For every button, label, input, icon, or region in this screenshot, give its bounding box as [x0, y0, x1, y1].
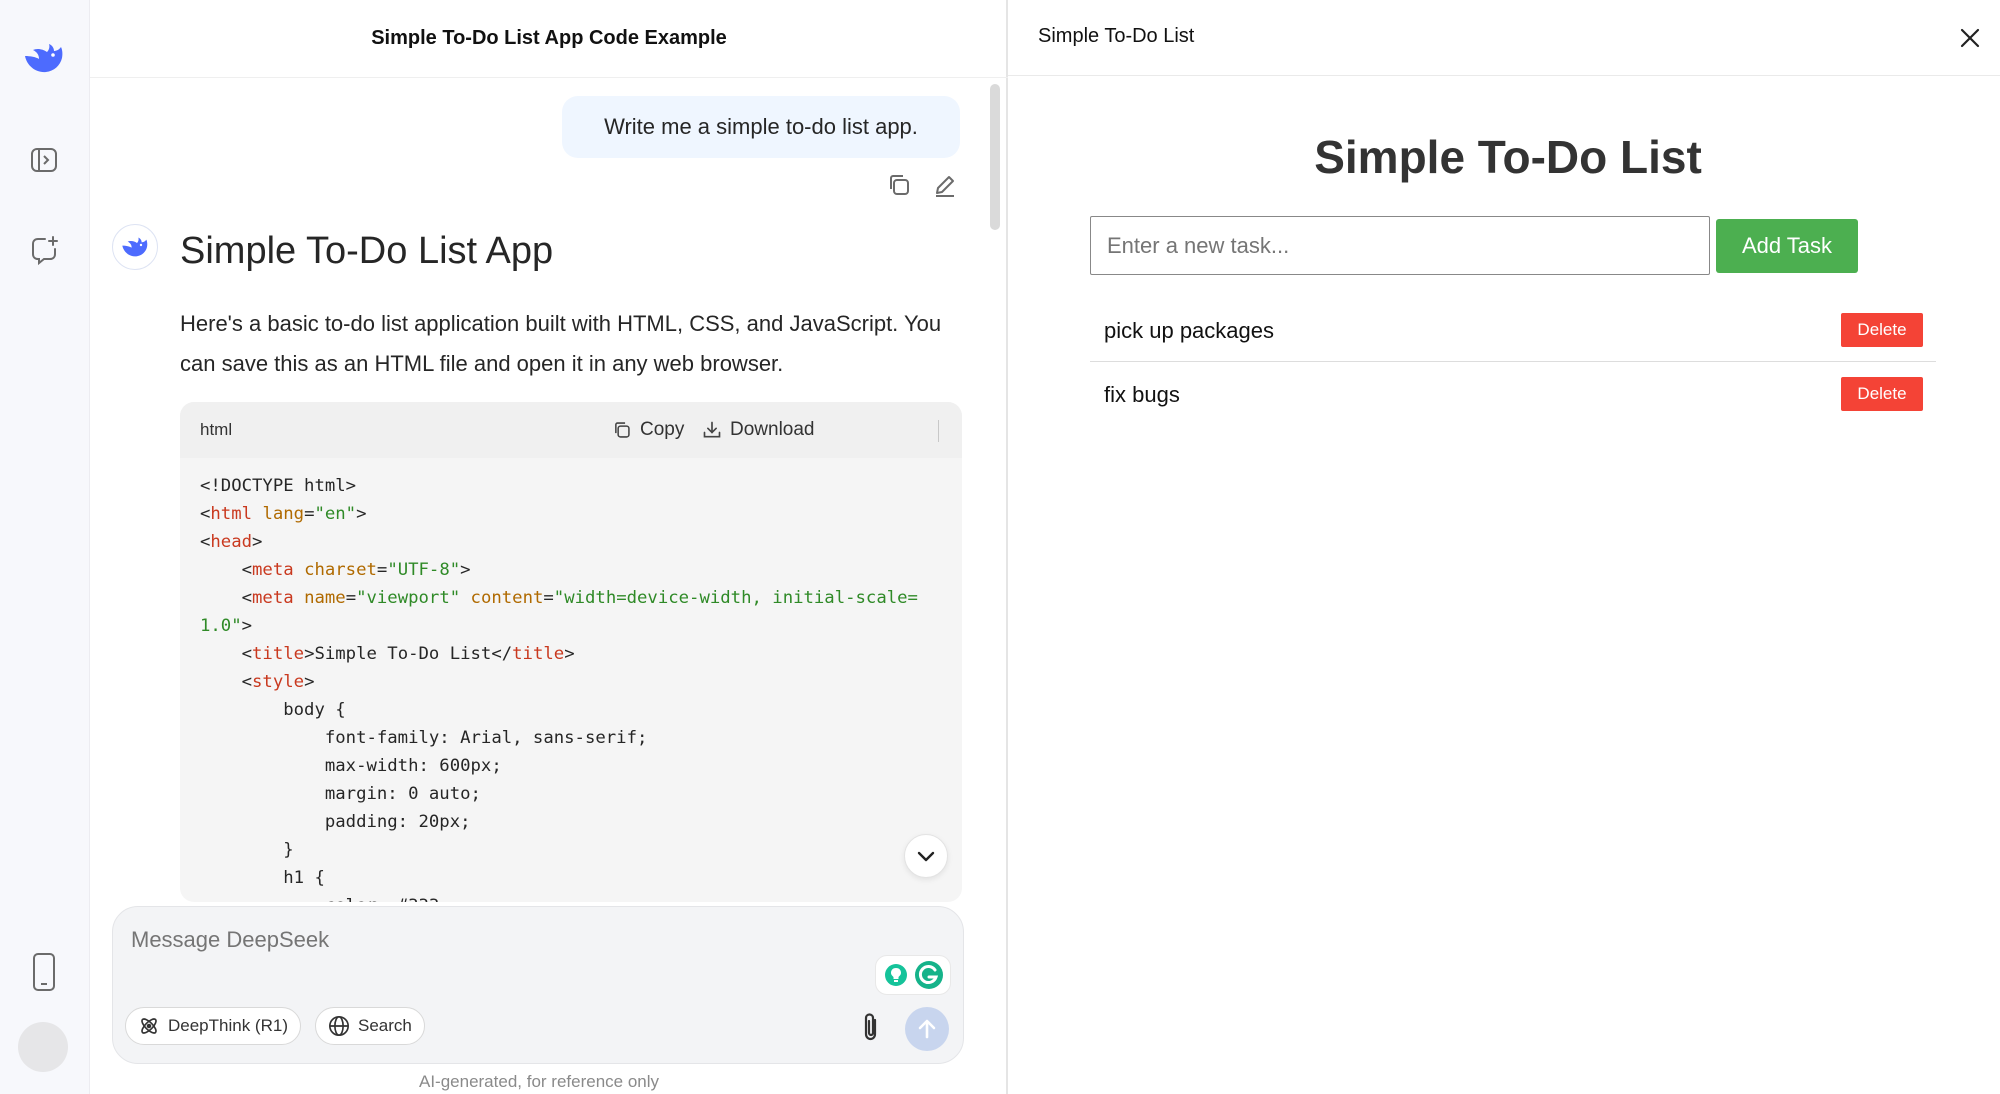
copy-icon[interactable]: [884, 170, 914, 200]
task-list: pick up packages Delete fix bugs Delete: [1090, 298, 1936, 426]
copy-code-button[interactable]: Copy: [612, 416, 684, 444]
scroll-down-button[interactable]: [904, 834, 948, 878]
left-rail: [0, 0, 90, 1094]
todo-app-heading: Simple To-Do List: [1314, 131, 1702, 183]
edit-icon[interactable]: [930, 170, 960, 200]
atom-icon: [141, 1018, 157, 1034]
message-input[interactable]: [131, 927, 831, 953]
new-task-input[interactable]: [1090, 216, 1710, 275]
grammarly-suggestion-icon: [884, 964, 907, 986]
task-item: fix bugs Delete: [1090, 362, 1936, 426]
code-language: html: [200, 420, 233, 439]
delete-task-button[interactable]: Delete: [1841, 377, 1923, 411]
assistant-avatar: [112, 224, 158, 270]
mobile-app-icon[interactable]: [22, 950, 66, 994]
new-chat-icon[interactable]: [22, 228, 66, 272]
sidebar-toggle-icon[interactable]: [22, 138, 66, 182]
chat-title: Simple To-Do List App Code Example: [90, 0, 1008, 78]
copy-icon: [615, 422, 630, 438]
deepseek-logo-icon[interactable]: [22, 36, 66, 80]
code-content: <!DOCTYPE html> <html lang="en"> <head> …: [200, 476, 918, 902]
task-text: pick up packages: [1104, 318, 1274, 343]
paperclip-icon[interactable]: [855, 1011, 887, 1043]
preview-title: Simple To-Do List: [1038, 25, 1195, 47]
message-composer: DeepThink (R1) Search: [112, 906, 964, 1064]
task-item: pick up packages Delete: [1090, 298, 1936, 362]
download-label: Download: [730, 419, 815, 440]
answer-paragraph: Here's a basic to-do list application bu…: [180, 311, 942, 376]
deepseek-chat-app: Simple To-Do List App Code Example Write…: [0, 0, 2000, 1094]
user-avatar[interactable]: [18, 1022, 68, 1072]
preview-pane: Simple To-Do List Simple To-Do List Add …: [1008, 0, 2000, 1094]
grammarly-icon: [914, 961, 943, 989]
code-header-divider: [938, 420, 939, 442]
download-icon: [703, 421, 721, 438]
disclaimer: AI-generated, for reference only: [418, 1072, 660, 1091]
deepseek-logo-icon: [122, 237, 148, 257]
code-block-header: html Copy Download: [180, 402, 962, 458]
globe-icon: [329, 1016, 349, 1036]
preview-header: Simple To-Do List: [1008, 0, 2000, 76]
user-message: Write me a simple to-do list app.: [562, 96, 960, 158]
copy-label: Copy: [640, 419, 685, 440]
send-button[interactable]: [905, 1007, 949, 1051]
chat-scrollbar[interactable]: [990, 84, 1000, 230]
chat-pane: Simple To-Do List App Code Example Write…: [90, 0, 1008, 1094]
close-icon[interactable]: [1952, 20, 1988, 56]
task-text: fix bugs: [1104, 382, 1180, 407]
arrow-up-icon: [918, 1019, 936, 1039]
answer-heading: Simple To-Do List App: [180, 230, 554, 272]
download-code-button[interactable]: Download: [702, 416, 815, 444]
deepthink-toggle[interactable]: DeepThink (R1): [125, 1007, 301, 1045]
deepthink-label: DeepThink (R1): [168, 1016, 288, 1035]
search-label: Search: [358, 1016, 412, 1035]
delete-task-button[interactable]: Delete: [1841, 313, 1923, 347]
search-toggle[interactable]: Search: [315, 1007, 425, 1045]
add-task-button[interactable]: Add Task: [1716, 219, 1858, 273]
chevron-down-icon: [917, 851, 935, 862]
grammarly-widget[interactable]: [875, 955, 951, 995]
code-block: html Copy Download <!DOCTYPE html> <html…: [180, 402, 962, 902]
